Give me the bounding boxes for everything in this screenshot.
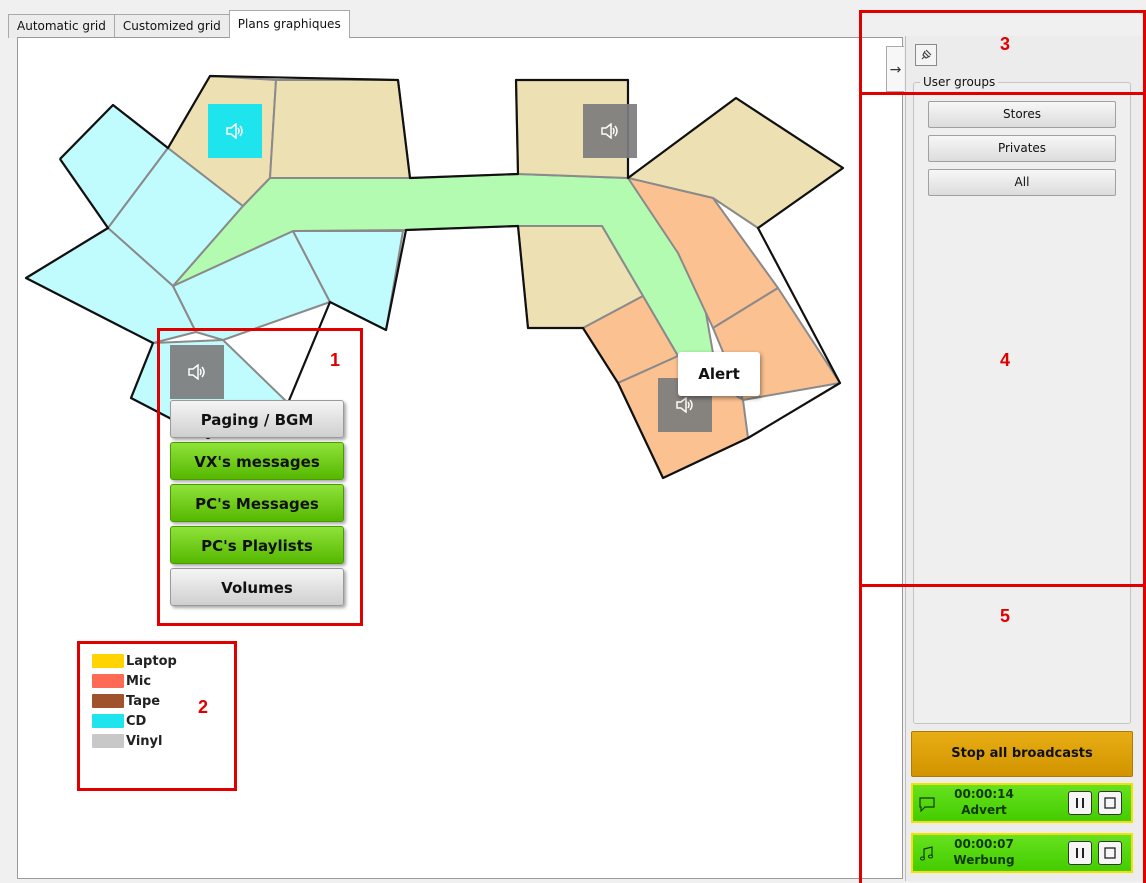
vx-messages-button[interactable]: VX's messages — [170, 442, 344, 480]
music-note-icon — [919, 846, 934, 861]
tab-customized-grid[interactable]: Customized grid — [113, 14, 230, 38]
legend-item: Tape — [92, 691, 177, 711]
volumes-button[interactable]: Volumes — [170, 568, 344, 606]
pc-playlists-button[interactable]: PC's Playlists — [170, 526, 344, 564]
alert-tooltip: Alert — [678, 352, 760, 396]
message-icon — [919, 797, 935, 812]
broadcast-time: 00:00:07 — [954, 837, 1014, 851]
stop-button[interactable] — [1098, 841, 1122, 865]
legend-label: Tape — [126, 693, 161, 709]
broadcast-name: Werbung — [953, 853, 1015, 867]
annotation-number-4: 4 — [1000, 350, 1011, 370]
user-groups-title: User groups — [920, 75, 999, 89]
source-legend: Laptop Mic Tape CD Vinyl — [92, 651, 177, 751]
stop-button[interactable] — [1098, 791, 1122, 815]
speaker-icon — [188, 364, 205, 380]
floor-plan-panel: Paging / BGM VX's messages PC's Messages… — [17, 37, 903, 879]
legend-label: Vinyl — [126, 733, 163, 749]
group-stores-button[interactable]: Stores — [928, 101, 1116, 128]
broadcast-name: Advert — [961, 803, 1007, 817]
speaker-icon — [676, 397, 693, 413]
legend-label: Laptop — [126, 653, 177, 669]
legend-item: Mic — [92, 671, 177, 691]
legend-item: Laptop — [92, 651, 177, 671]
broadcast-time: 00:00:14 — [954, 787, 1014, 801]
legend-item: Vinyl — [92, 731, 177, 751]
pause-icon — [1076, 798, 1084, 808]
app-window: Automatic grid Customized grid Plans gra… — [0, 0, 1146, 883]
speaker-zone-left[interactable] — [170, 345, 224, 399]
pin-icon[interactable] — [915, 44, 937, 66]
speaker-zone-top-left[interactable] — [208, 104, 262, 158]
paging-bgm-button[interactable]: Paging / BGM — [170, 400, 344, 438]
legend-item: CD — [92, 711, 177, 731]
floor-plan — [24, 74, 845, 480]
legend-label: Mic — [126, 673, 152, 689]
tab-automatic-grid[interactable]: Automatic grid — [8, 14, 115, 38]
zone-context-menu: Paging / BGM VX's messages PC's Messages… — [170, 400, 346, 610]
legend-swatch — [92, 694, 124, 708]
collapse-arrow-icon[interactable]: → — [886, 46, 904, 92]
pause-icon — [1076, 848, 1084, 858]
legend-swatch — [92, 654, 124, 668]
group-all-button[interactable]: All — [928, 169, 1116, 196]
annotation-number-1: 1 — [330, 350, 341, 370]
legend-swatch — [92, 714, 124, 728]
speaker-icon — [226, 123, 243, 139]
speaker-zone-top-right[interactable] — [583, 104, 637, 158]
annotation-number-5: 5 — [1000, 606, 1011, 626]
tab-plans-graphiques[interactable]: Plans graphiques — [228, 10, 350, 38]
stop-all-broadcasts-button[interactable]: Stop all broadcasts — [911, 731, 1133, 777]
zone-top-left-2[interactable] — [269, 79, 411, 179]
pc-messages-button[interactable]: PC's Messages — [170, 484, 344, 522]
pause-button[interactable] — [1068, 791, 1092, 815]
legend-swatch — [92, 734, 124, 748]
tab-bar: Automatic grid Customized grid Plans gra… — [8, 10, 350, 38]
stop-icon — [1104, 847, 1116, 859]
broadcast-item-advert: 00:00:14 Advert — [911, 783, 1133, 823]
legend-swatch — [92, 674, 124, 688]
annotation-number-2: 2 — [198, 697, 209, 717]
legend-label: CD — [126, 713, 147, 729]
speaker-icon — [601, 123, 618, 139]
broadcast-item-werbung: 00:00:07 Werbung — [911, 833, 1133, 873]
pause-button[interactable] — [1068, 841, 1092, 865]
annotation-number-3: 3 — [1000, 34, 1011, 54]
stop-icon — [1104, 797, 1116, 809]
group-privates-button[interactable]: Privates — [928, 135, 1116, 162]
